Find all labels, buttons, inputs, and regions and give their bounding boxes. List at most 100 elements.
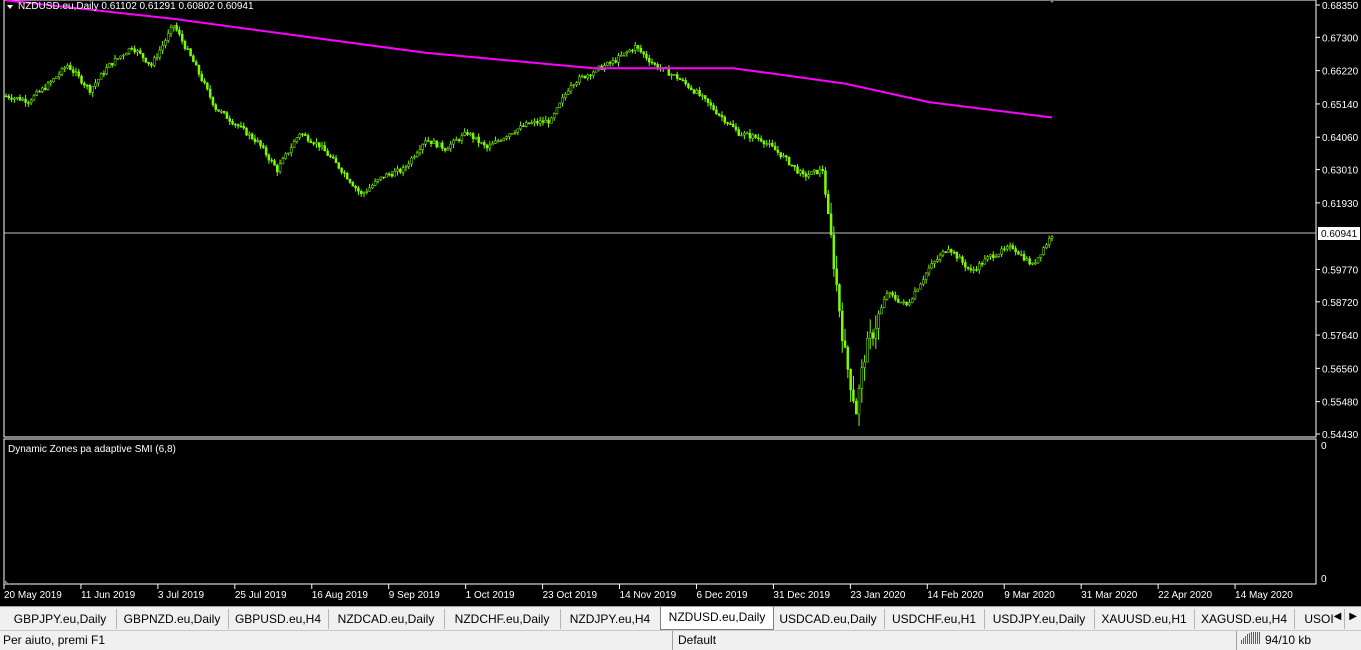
candle-body [896, 298, 900, 303]
candle-body [513, 132, 517, 134]
chart-tab[interactable]: XAGUSD.eu,H4 [1194, 609, 1295, 629]
candle-body [88, 85, 92, 93]
candle-body [734, 126, 738, 130]
candle-body [810, 171, 813, 175]
time-tick-label: 20 May 2019 [4, 590, 62, 601]
candle-body [933, 261, 936, 264]
candle-body [1011, 245, 1015, 249]
price-tick-label: 0.65140 [1322, 100, 1359, 111]
candle-body [94, 82, 97, 87]
candle-body [141, 53, 145, 59]
chart-tab[interactable]: GBPUSD.eu,H4 [228, 609, 329, 629]
candle-body [15, 97, 19, 99]
candle-body [29, 99, 33, 103]
tab-scroll-right-icon[interactable]: ▶ [1349, 611, 1357, 622]
chart-tab[interactable]: USDJPY.eu,Daily [984, 609, 1095, 629]
candle-body [301, 133, 304, 136]
candle-body [642, 51, 645, 55]
candle-body [701, 95, 704, 97]
candle-body [572, 84, 575, 87]
candle-body [376, 179, 380, 182]
candle-body [491, 143, 494, 146]
candle-body [315, 142, 318, 145]
chart-tab[interactable]: NZDCHF.eu,Daily [444, 609, 561, 629]
chart-tab[interactable]: NZDCAD.eu,Daily [328, 609, 445, 629]
candle-body [331, 156, 335, 159]
status-profile[interactable]: Default [672, 631, 1238, 650]
chart-tab[interactable]: NZDUSD.eu,Daily [660, 607, 774, 630]
candle-body [245, 127, 248, 136]
candle-body [552, 113, 556, 119]
candle-body [83, 82, 86, 86]
candle-body [38, 90, 41, 93]
chart-tab[interactable]: XAUUSD.eu,H1 [1094, 609, 1195, 629]
chart-tab[interactable]: GBPJPY.eu,Daily [4, 609, 117, 629]
candle-body [606, 62, 609, 66]
chart-tab[interactable]: USDCAD.eu,Daily [772, 609, 885, 629]
chart-shift-marker-icon[interactable] [1049, 0, 1055, 3]
time-tick-label: 11 Jun 2019 [81, 590, 136, 601]
candle-body [242, 125, 245, 129]
chart-window[interactable]: 0.60941 0.68350 0.67300 0.66220 0.65140 0.64… [0, 0, 1361, 606]
candle-body [994, 256, 998, 258]
candle-body [46, 82, 50, 90]
candle-body [980, 263, 984, 265]
price-axis[interactable]: 0.68350 0.67300 0.66220 0.65140 0.64060 0.630… [1316, 1, 1359, 441]
candle-body [329, 155, 332, 158]
candle-body [228, 118, 231, 122]
candle-body [992, 254, 995, 258]
time-tick-label: 25 Jul 2019 [235, 590, 287, 601]
candle-body [410, 157, 413, 165]
scroll-corner-icon [4, 579, 9, 584]
candle-body [589, 74, 592, 77]
candle-body [916, 288, 920, 292]
candle-body [122, 54, 125, 57]
candle-body [860, 367, 864, 389]
candle-body [964, 262, 967, 268]
candle-body [113, 58, 117, 66]
candle-body [443, 148, 447, 151]
candle-body [66, 65, 69, 69]
candle-body [692, 89, 696, 94]
candle-body [337, 162, 341, 169]
chart-tab[interactable]: USDCHF.eu,H1 [884, 609, 985, 629]
candle-body [488, 144, 492, 149]
candle-body [351, 182, 355, 187]
chart-tab-bar: GBPJPY.eu,Daily GBPNZD.eu,Daily GBPUSD.eu,… [0, 606, 1361, 631]
candle-body [281, 158, 285, 165]
chart-menu-triangle-icon[interactable] [7, 5, 13, 9]
candle-body [687, 83, 690, 88]
candle-body [874, 328, 878, 339]
time-tick-label: 6 Dec 2019 [696, 590, 748, 601]
candle-body [516, 128, 520, 133]
candle-body [650, 61, 654, 64]
candle-body [840, 310, 844, 341]
time-axis[interactable]: 20 May 2019 11 Jun 2019 3 Jul 2019 25 Jul 2… [3, 584, 1293, 601]
candle-body [326, 150, 329, 156]
candle-body [18, 97, 22, 101]
candle-body [276, 165, 279, 173]
tab-scroll-left-icon[interactable]: ◀ [1334, 611, 1342, 622]
candle-body [678, 78, 682, 80]
candle-body [821, 169, 824, 171]
candle-body [130, 47, 134, 50]
candle-body [611, 60, 615, 64]
candle-body [200, 73, 204, 82]
candle-body [580, 75, 584, 78]
candle-body [1019, 253, 1023, 256]
candle-body [231, 121, 234, 125]
candle-body [102, 73, 106, 75]
candle-body [304, 134, 307, 136]
chart-tab[interactable]: NZDJPY.eu,H4 [560, 609, 661, 629]
candle-body [966, 266, 970, 269]
candle-body [295, 137, 299, 142]
candle-body [175, 25, 178, 31]
candle-body [189, 48, 192, 57]
candle-body [670, 74, 673, 76]
candle-body [393, 171, 397, 177]
candle-body [55, 76, 58, 79]
chart-canvas[interactable]: 0.60941 0.68350 0.67300 0.66220 0.65140 0.64… [0, 0, 1361, 606]
candle-body [899, 301, 903, 304]
chart-tab[interactable]: GBPNZD.eu,Daily [116, 609, 229, 629]
candle-body [1031, 262, 1034, 265]
